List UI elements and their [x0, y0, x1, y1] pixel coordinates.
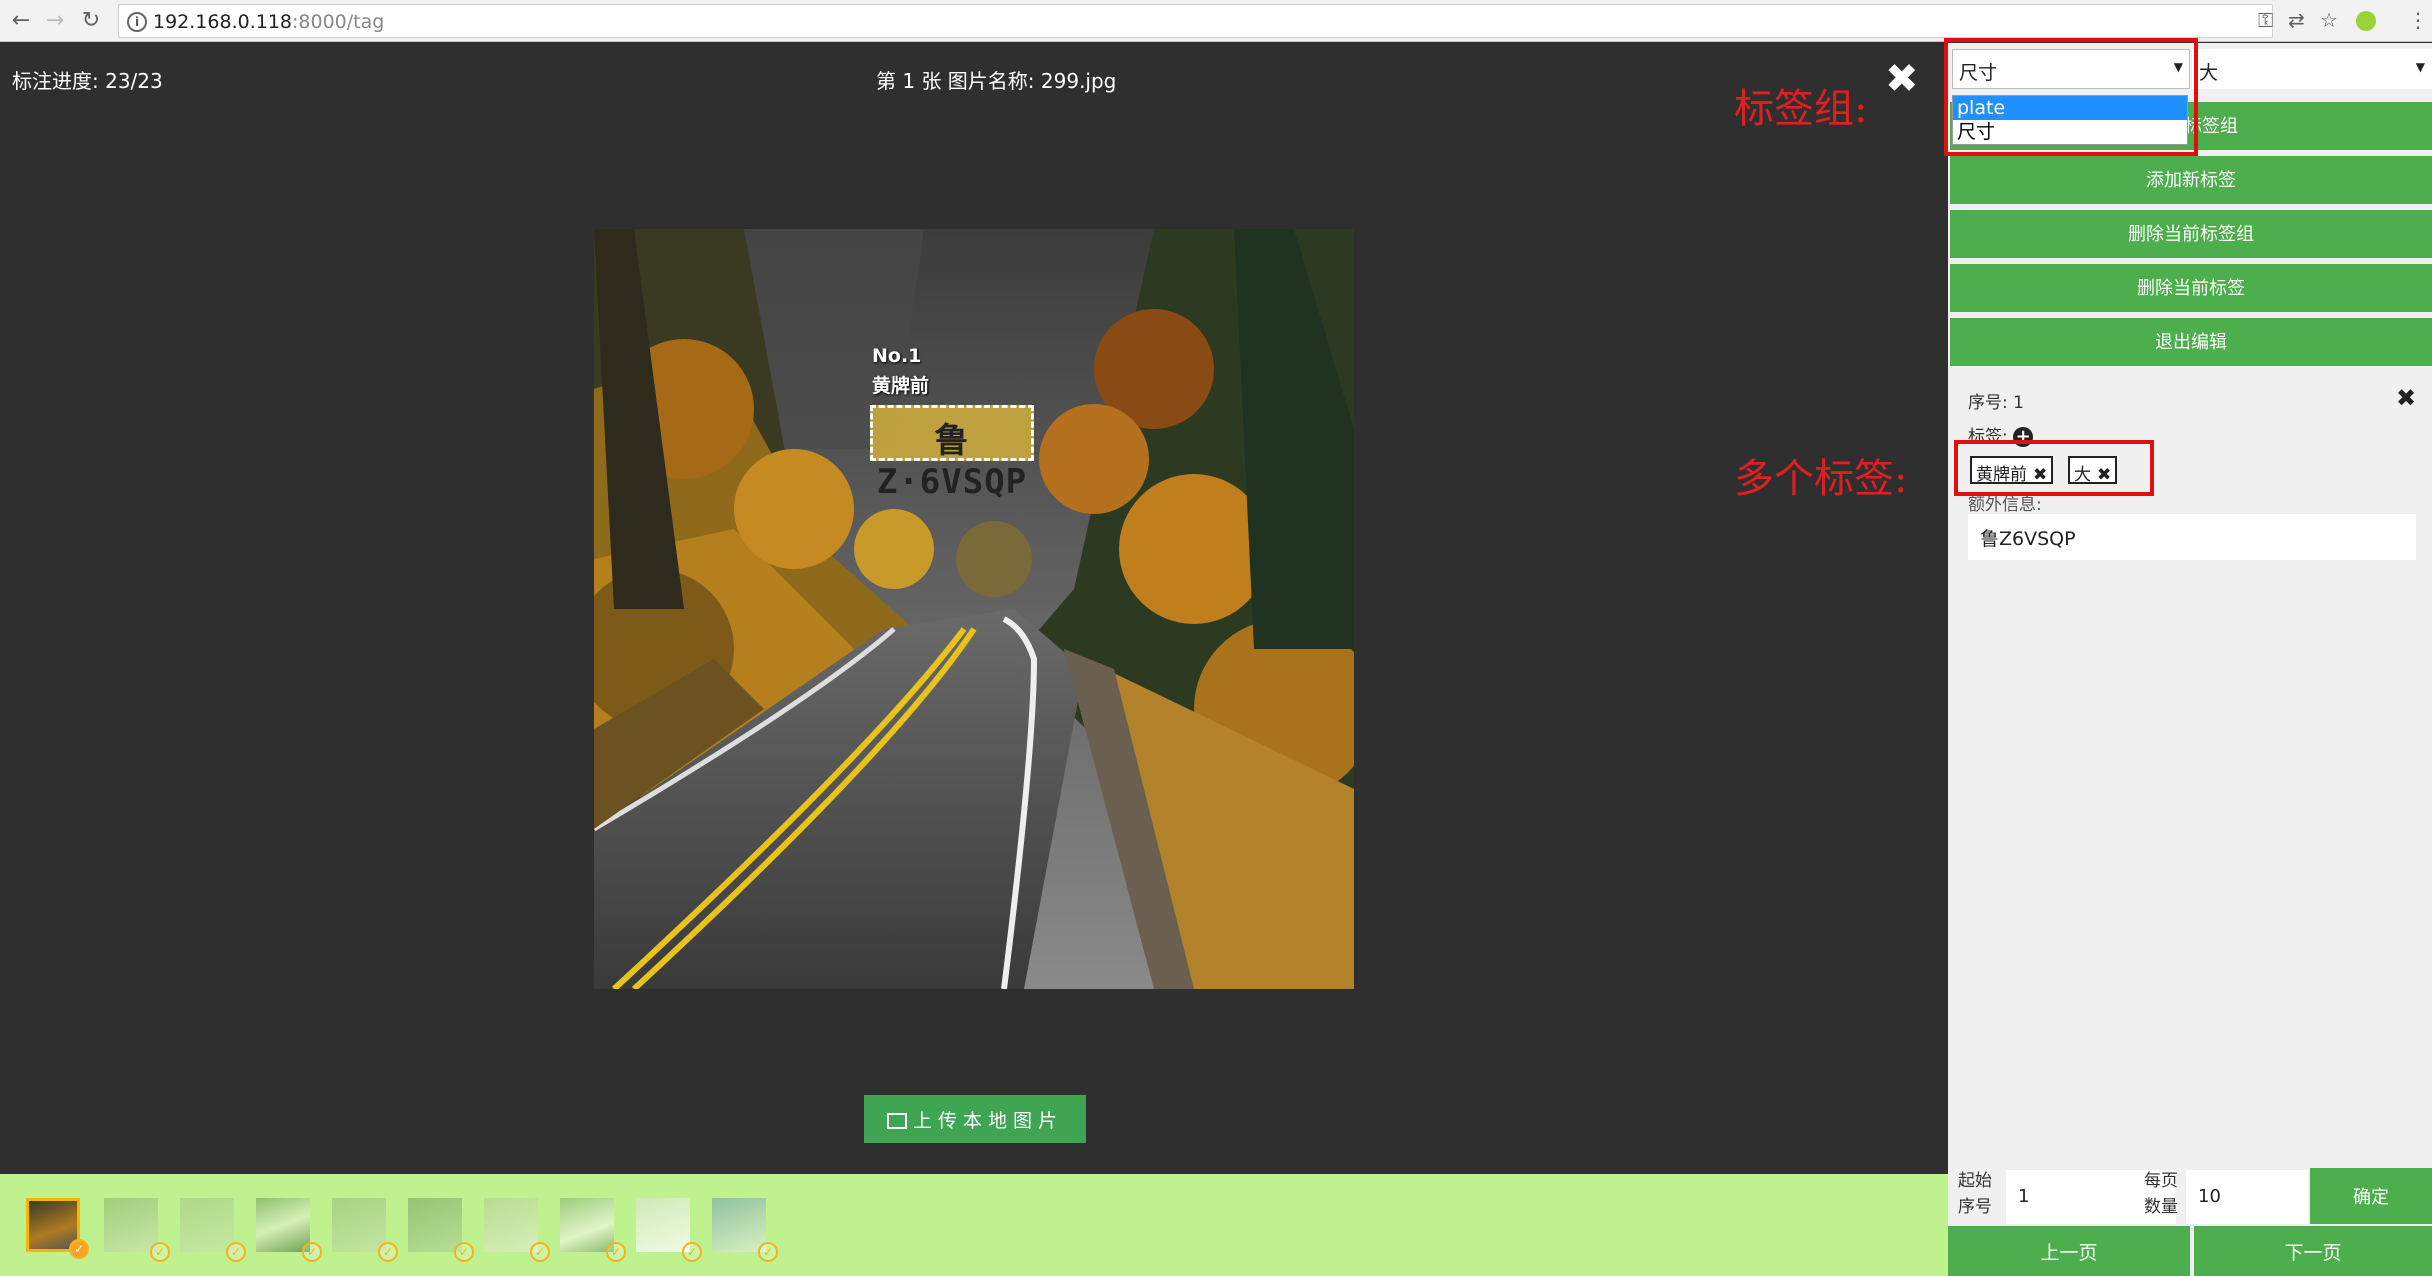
bbox-number: No.1: [872, 345, 922, 367]
add-tag-button[interactable]: 添加新标签: [1950, 156, 2432, 206]
check-icon: ✓: [378, 1242, 398, 1262]
url-text: 192.168.0.118:8000/tag: [153, 11, 385, 33]
close-icon[interactable]: ✖: [1885, 59, 1919, 99]
next-page-button[interactable]: 下一页: [2194, 1226, 2432, 1276]
extension-icon[interactable]: [2356, 11, 2376, 31]
bbox-label: 黄牌前: [872, 375, 930, 397]
per-page-label: 每页 数量: [2144, 1171, 2178, 1217]
check-icon: ✓: [226, 1242, 246, 1262]
highlight-box: [1954, 440, 2154, 496]
annotation-multi-tags: 多个标签:: [1734, 456, 1908, 502]
seq-text: 序号: 1: [1968, 393, 2024, 413]
annotation-tag-group: 标签组:: [1734, 86, 1868, 132]
annotated-image[interactable]: No.1 黄牌前 鲁Z·6VSQP: [594, 229, 1354, 989]
chevron-down-icon: ▼: [2415, 60, 2425, 74]
thumbnail-item[interactable]: ✓: [180, 1198, 246, 1262]
road-photo: [594, 229, 1354, 989]
tag-select[interactable]: 大 ▼: [2192, 49, 2432, 89]
thumbnail-item[interactable]: ✓: [26, 1198, 89, 1259]
check-icon: ✓: [69, 1239, 89, 1259]
bookmark-star-icon[interactable]: ☆: [2320, 8, 2338, 32]
bounding-box[interactable]: 鲁Z·6VSQP: [870, 405, 1034, 502]
prev-page-button[interactable]: 上一页: [1948, 1226, 2192, 1276]
thumbnail-item[interactable]: ✓: [104, 1198, 170, 1262]
address-bar[interactable]: i 192.168.0.118:8000/tag: [118, 4, 2273, 38]
plate-text: 鲁Z·6VSQP: [876, 421, 1028, 502]
extra-info-field[interactable]: 鲁Z6VSQP: [1968, 514, 2416, 560]
highlight-box: [1944, 38, 2198, 156]
delete-tag-button[interactable]: 删除当前标签: [1950, 264, 2432, 314]
delete-tag-group-button[interactable]: 删除当前标签组: [1950, 210, 2432, 260]
browser-toolbar: ← → ↻ i 192.168.0.118:8000/tag ⚿ ⇄ ☆ ⋮: [0, 0, 2432, 42]
check-icon: ✓: [302, 1242, 322, 1262]
upload-local-image-button[interactable]: 上传本地图片: [864, 1095, 1086, 1143]
menu-dots-icon[interactable]: ⋮: [2408, 8, 2428, 32]
confirm-button[interactable]: 确定: [2310, 1168, 2432, 1224]
exit-edit-button[interactable]: 退出编辑: [1950, 318, 2432, 368]
thumbnail-item[interactable]: ✓: [332, 1198, 398, 1262]
progress-text: 标注进度: 23/23: [12, 69, 163, 93]
start-label: 起始 序号: [1958, 1171, 1992, 1217]
check-icon: ✓: [758, 1242, 778, 1262]
thumbnail-item[interactable]: ✓: [712, 1198, 778, 1262]
image-name-text: 第 1 张 图片名称: 299.jpg: [876, 69, 1117, 93]
close-icon[interactable]: ✖: [2396, 384, 2416, 412]
check-icon: ✓: [150, 1242, 170, 1262]
check-icon: ✓: [454, 1242, 474, 1262]
forward-arrow-icon[interactable]: →: [40, 6, 70, 36]
thumbnail-item[interactable]: ✓: [560, 1198, 626, 1262]
thumbnail-item[interactable]: ✓: [256, 1198, 322, 1262]
check-icon: ✓: [682, 1242, 702, 1262]
reload-icon[interactable]: ↻: [76, 6, 106, 36]
image-icon: [886, 1112, 907, 1129]
thumbnail-item[interactable]: ✓: [408, 1198, 474, 1262]
annotation-stage: 标注进度: 23/23 第 1 张 图片名称: 299.jpg ✖ No.1 黄…: [0, 43, 1948, 1174]
site-info-icon[interactable]: i: [127, 12, 147, 32]
thumbnail-item[interactable]: ✓: [484, 1198, 550, 1262]
translate-icon[interactable]: ⇄: [2288, 8, 2305, 32]
per-page-input[interactable]: 10: [2186, 1170, 2308, 1224]
thumbnail-item[interactable]: ✓: [636, 1198, 702, 1262]
back-arrow-icon[interactable]: ←: [6, 6, 36, 36]
check-icon: ✓: [530, 1242, 550, 1262]
key-icon[interactable]: ⚿: [2258, 8, 2273, 32]
check-icon: ✓: [606, 1242, 626, 1262]
thumbnail-strip: ✓ ✓ ✓ ✓ ✓ ✓ ✓ ✓ ✓ ✓: [0, 1174, 1948, 1276]
